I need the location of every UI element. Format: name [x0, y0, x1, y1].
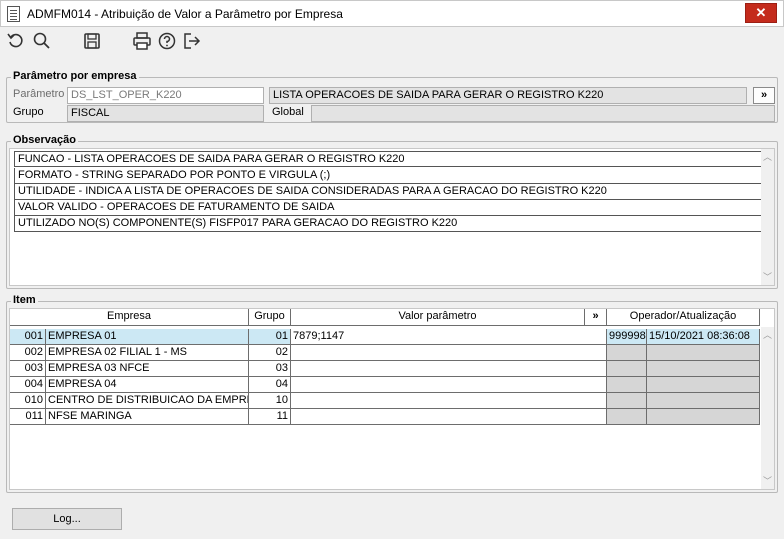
row-valor-input[interactable] [291, 393, 607, 409]
row-code: 010 [10, 393, 46, 409]
observacao-legend: Observação [11, 134, 78, 146]
col-header-more-button[interactable]: » [585, 309, 607, 326]
global-field [311, 105, 775, 122]
row-empresa: CENTRO DE DISTRIBUICAO DA EMPRESA [46, 393, 249, 409]
parametro-label: Parâmetro [13, 88, 65, 100]
row-empresa: EMPRESA 02 FILIAL 1 - MS [46, 345, 249, 361]
row-operador [607, 361, 647, 377]
row-grupo: 11 [249, 409, 291, 425]
row-valor-input[interactable] [291, 361, 607, 377]
search-icon[interactable] [32, 31, 52, 51]
col-header-grupo[interactable]: Grupo [249, 309, 291, 326]
row-empresa: NFSE MARINGA [46, 409, 249, 425]
row-operador [607, 377, 647, 393]
row-atualizacao [647, 361, 760, 377]
row-operador [607, 393, 647, 409]
descricao-field: LISTA OPERACOES DE SAIDA PARA GERAR O RE… [269, 87, 747, 104]
row-code: 001 [10, 329, 46, 345]
help-icon[interactable] [157, 31, 177, 51]
row-operador [607, 345, 647, 361]
more-button[interactable]: » [753, 87, 775, 104]
row-valor-input[interactable] [291, 409, 607, 425]
row-atualizacao: 15/10/2021 08:36:08 [647, 329, 760, 345]
parametro-field[interactable]: DS_LST_OPER_K220 [67, 87, 264, 104]
print-icon[interactable] [132, 31, 152, 51]
row-code: 011 [10, 409, 46, 425]
log-button[interactable]: Log... [12, 508, 122, 530]
item-group: Item Empresa Grupo Valor parâmetro » Ope… [6, 294, 778, 493]
title-bar: ADMFM014 - Atribuição de Valor a Parâmet… [0, 0, 784, 27]
close-button[interactable]: ✕ [745, 3, 777, 23]
row-grupo: 04 [249, 377, 291, 393]
observacao-line: UTILIZADO NO(S) COMPONENTE(S) FISFP017 P… [14, 216, 764, 232]
item-grid: Empresa Grupo Valor parâmetro » Operador… [9, 308, 775, 490]
row-valor-input[interactable] [291, 377, 607, 393]
scroll-down-icon[interactable]: ﹀ [763, 273, 772, 282]
row-code: 004 [10, 377, 46, 393]
row-empresa: EMPRESA 04 [46, 377, 249, 393]
observacao-group: Observação FUNCAO - LISTA OPERACOES DE S… [6, 134, 778, 289]
scroll-up-icon[interactable]: ︿ [763, 331, 772, 340]
toolbar [0, 27, 784, 59]
row-valor-input[interactable]: 7879;1147 [291, 329, 607, 345]
parametro-group: Parâmetro por empresa Parâmetro DS_LST_O… [6, 70, 778, 123]
row-empresa: EMPRESA 03 NFCE [46, 361, 249, 377]
row-code: 002 [10, 345, 46, 361]
row-atualizacao [647, 377, 760, 393]
row-atualizacao [647, 393, 760, 409]
col-header-operador[interactable]: Operador/Atualização [607, 309, 760, 326]
row-atualizacao [647, 409, 760, 425]
refresh-icon[interactable] [6, 31, 26, 51]
parametro-legend: Parâmetro por empresa [11, 70, 139, 82]
row-valor-input[interactable] [291, 345, 607, 361]
save-icon[interactable] [82, 31, 102, 51]
window-title: ADMFM014 - Atribuição de Valor a Parâmet… [27, 7, 343, 21]
observacao-line: FORMATO - STRING SEPARADO POR PONTO E VI… [14, 168, 764, 184]
observacao-line: FUNCAO - LISTA OPERACOES DE SAIDA PARA G… [14, 151, 764, 167]
row-operador: 999998 [607, 329, 647, 345]
item-legend: Item [11, 294, 38, 306]
row-grupo: 01 [249, 329, 291, 345]
row-atualizacao [647, 345, 760, 361]
document-icon [7, 6, 20, 22]
global-label: Global [272, 106, 304, 118]
row-grupo: 02 [249, 345, 291, 361]
item-scrollbar[interactable]: ︿ ﹀ [761, 327, 774, 489]
observacao-box[interactable]: FUNCAO - LISTA OPERACOES DE SAIDA PARA G… [9, 148, 775, 286]
row-code: 003 [10, 361, 46, 377]
grupo-label: Grupo [13, 106, 44, 118]
col-header-empresa[interactable]: Empresa [10, 309, 249, 326]
observacao-scrollbar[interactable]: ︿ ﹀ [761, 149, 774, 285]
observacao-line: VALOR VALIDO - OPERACOES DE FATURAMENTO … [14, 200, 764, 216]
row-grupo: 03 [249, 361, 291, 377]
row-empresa: EMPRESA 01 [46, 329, 249, 345]
col-header-valor[interactable]: Valor parâmetro [291, 309, 585, 326]
row-grupo: 10 [249, 393, 291, 409]
row-operador [607, 409, 647, 425]
exit-icon[interactable] [182, 31, 202, 51]
grupo-field: FISCAL [67, 105, 264, 122]
scroll-down-icon[interactable]: ﹀ [763, 477, 772, 486]
observacao-line: UTILIDADE - INDICA A LISTA DE OPERACOES … [14, 184, 764, 200]
scroll-up-icon[interactable]: ︿ [763, 153, 772, 162]
